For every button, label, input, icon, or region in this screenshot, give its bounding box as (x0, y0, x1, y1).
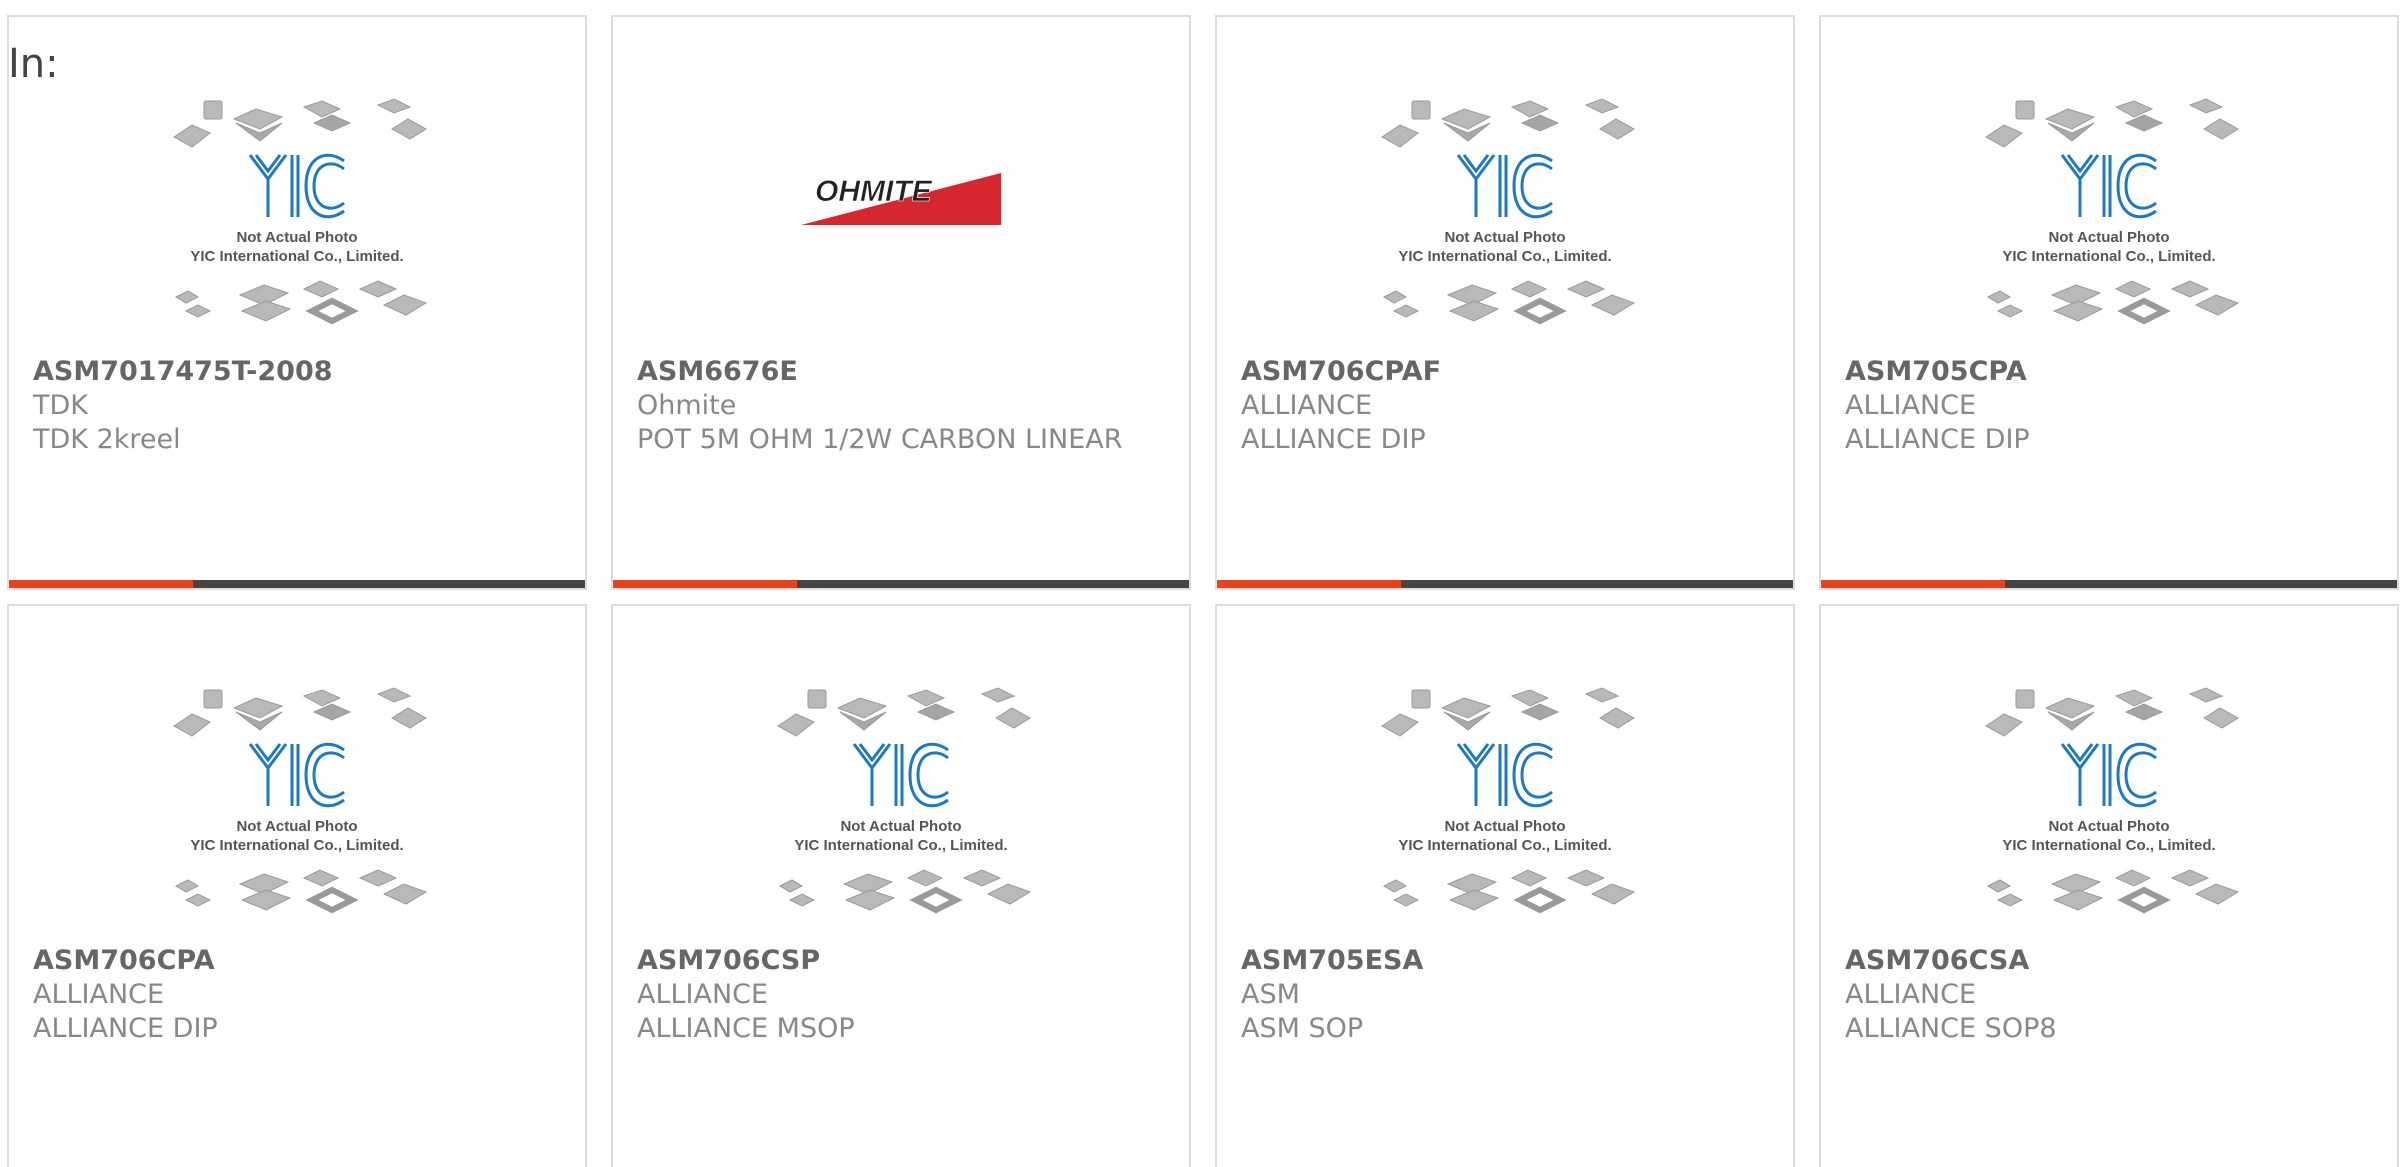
manufacturer: ALLIANCE (1845, 979, 1977, 1010)
not-actual-photo-placeholder-image (1372, 97, 1638, 335)
product-image[interactable] (1821, 686, 2397, 936)
not-actual-photo-placeholder-image (1976, 97, 2242, 335)
product-card[interactable]: ASM706CPA ALLIANCE ALLIANCE DIP (7, 604, 587, 1167)
product-card[interactable]: ASM706CSA ALLIANCE ALLIANCE SOP8 (1819, 604, 2399, 1167)
ohmite-logo: OHMITE (801, 173, 1001, 225)
card-bottom-bar (9, 580, 585, 588)
manufacturer: ALLIANCE (33, 979, 165, 1010)
description: ALLIANCE DIP (33, 1013, 218, 1044)
manufacturer: TDK (33, 390, 88, 421)
part-number[interactable]: ASM706CSP (637, 944, 1165, 978)
product-card[interactable]: ASM705CPA ALLIANCE ALLIANCE DIP (1819, 15, 2399, 590)
card-bottom-bar (1821, 580, 2397, 588)
not-actual-photo-placeholder-image (164, 97, 430, 335)
product-image[interactable] (9, 686, 585, 936)
card-accent-bar (9, 580, 193, 588)
product-card[interactable]: ASM7017475T-2008 TDK TDK 2kreel (7, 15, 587, 590)
card-accent-bar (1217, 580, 1401, 588)
card-accent-bar (1821, 580, 2005, 588)
product-card[interactable]: ASM706CPAF ALLIANCE ALLIANCE DIP (1215, 15, 1795, 590)
part-number[interactable]: ASM706CPAF (1241, 355, 1769, 389)
part-number[interactable]: ASM6676E (637, 355, 1165, 389)
not-actual-photo-placeholder-image (164, 686, 430, 924)
product-image[interactable] (9, 97, 585, 347)
not-actual-photo-placeholder-image (1372, 686, 1638, 924)
part-number[interactable]: ASM7017475T-2008 (33, 355, 561, 389)
description: ALLIANCE SOP8 (1845, 1013, 2057, 1044)
card-bottom-bar (613, 580, 1189, 588)
description: ALLIANCE DIP (1241, 424, 1426, 455)
part-number[interactable]: ASM705CPA (1845, 355, 2373, 389)
manufacturer: ALLIANCE (1845, 390, 1977, 421)
product-card[interactable]: OHMITE ASM6676E Ohmite POT 5M OHM 1/2W C… (611, 15, 1191, 590)
product-listing-page: In: ASM7017475T-2008 TDK TDK 2kreel OHMI… (0, 0, 2400, 1167)
description: ALLIANCE MSOP (637, 1013, 855, 1044)
description: ALLIANCE DIP (1845, 424, 2030, 455)
description: ASM SOP (1241, 1013, 1364, 1044)
part-number[interactable]: ASM706CPA (33, 944, 561, 978)
not-actual-photo-placeholder-image (1976, 686, 2242, 924)
product-image[interactable] (1217, 97, 1793, 347)
product-grid: ASM7017475T-2008 TDK TDK 2kreel OHMITE A… (7, 15, 2399, 1167)
description: POT 5M OHM 1/2W CARBON LINEAR (637, 424, 1123, 455)
not-actual-photo-placeholder-image (768, 686, 1034, 924)
product-image[interactable] (613, 686, 1189, 936)
manufacturer: Ohmite (637, 390, 737, 421)
part-number[interactable]: ASM705ESA (1241, 944, 1769, 978)
manufacturer: ALLIANCE (1241, 390, 1373, 421)
product-image[interactable]: OHMITE (613, 97, 1189, 347)
product-image[interactable] (1821, 97, 2397, 347)
svg-text:OHMITE: OHMITE (815, 175, 933, 208)
card-bottom-bar (1217, 580, 1793, 588)
product-image[interactable] (1217, 686, 1793, 936)
description: TDK 2kreel (33, 424, 181, 455)
card-accent-bar (613, 580, 797, 588)
part-number[interactable]: ASM706CSA (1845, 944, 2373, 978)
manufacturer: ASM (1241, 979, 1300, 1010)
product-card[interactable]: ASM706CSP ALLIANCE ALLIANCE MSOP (611, 604, 1191, 1167)
manufacturer: ALLIANCE (637, 979, 769, 1010)
product-card[interactable]: ASM705ESA ASM ASM SOP (1215, 604, 1795, 1167)
in-filter-label: In: (8, 41, 59, 87)
